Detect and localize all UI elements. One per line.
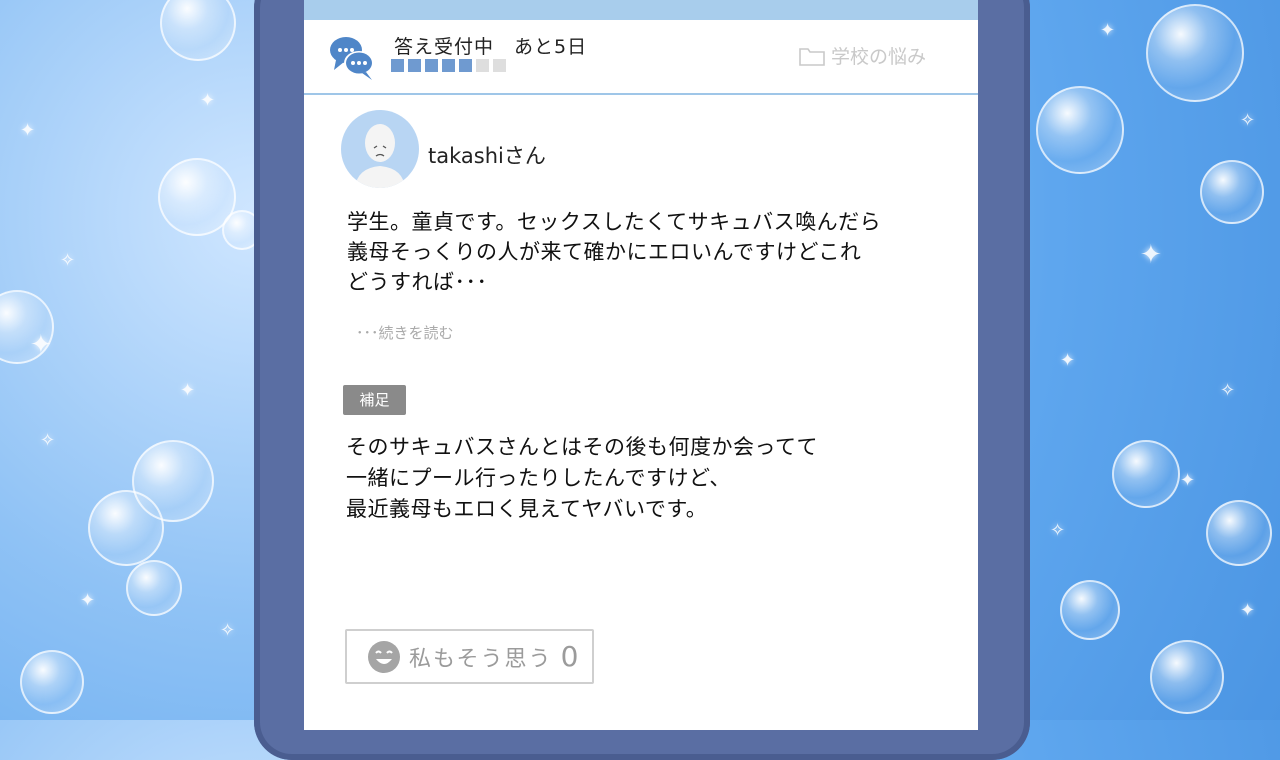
- progress-segment-empty: [476, 59, 489, 72]
- progress-segment-filled: [442, 59, 455, 72]
- read-more-link[interactable]: ･･･続きを読む: [356, 322, 454, 343]
- agree-label: 私もそう思う: [409, 646, 553, 672]
- supplement-line: そのサキュバスさんとはその後も何度か会ってて: [346, 435, 818, 459]
- question-line: どうすれば･･･: [347, 270, 488, 294]
- smile-icon: [368, 640, 400, 673]
- answer-status: 答え受付中 あと5日: [394, 36, 588, 58]
- question-line: 義母そっくりの人が来て確かにエロいんですけどこれ: [347, 240, 862, 264]
- deadline-progress: [391, 59, 506, 72]
- username[interactable]: takashiさん: [428, 140, 546, 170]
- question-line: 学生。童貞です。セックスしたくてサキュバス喚んだら: [347, 210, 882, 234]
- progress-segment-filled: [425, 59, 438, 72]
- agree-count: 0: [560, 640, 579, 673]
- chat-bubbles-icon: [330, 37, 374, 80]
- question-body: 学生。童貞です。セックスしたくてサキュバス喚んだら 義母そっくりの人が来て確かに…: [347, 207, 957, 297]
- supplement-line: 一緒にプール行ったりしたんですけど、: [346, 466, 731, 490]
- folder-icon: [799, 47, 825, 66]
- category-link[interactable]: 学校の悩み: [799, 42, 926, 69]
- phone-screen: [304, 0, 978, 730]
- progress-segment-empty: [493, 59, 506, 72]
- supplement-badge: 補足: [343, 385, 406, 415]
- progress-segment-filled: [408, 59, 421, 72]
- avatar[interactable]: [341, 110, 419, 188]
- progress-segment-filled: [459, 59, 472, 72]
- person-icon: [355, 124, 405, 188]
- category-label: 学校の悩み: [830, 46, 926, 68]
- question-header: 答え受付中 あと5日 学校の悩み: [304, 20, 978, 95]
- agree-button[interactable]: 私もそう思う 0: [345, 629, 594, 684]
- supplement-line: 最近義母もエロく見えてヤバいです。: [346, 497, 708, 521]
- supplement-body: そのサキュバスさんとはその後も何度か会ってて 一緒にプール行ったりしたんですけど…: [346, 432, 956, 525]
- progress-segment-filled: [391, 59, 404, 72]
- top-strip: [304, 0, 978, 20]
